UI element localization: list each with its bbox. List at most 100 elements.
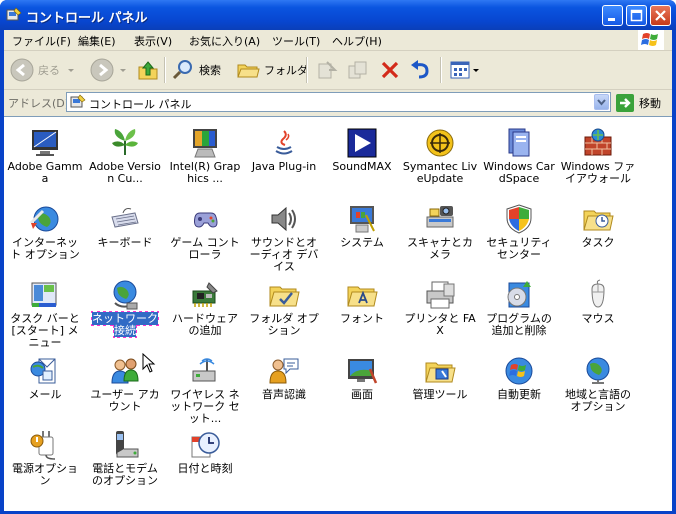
control-panel-item[interactable]: ネットワーク接続 bbox=[87, 279, 163, 349]
control-panel-item[interactable]: インターネット オプション bbox=[7, 203, 83, 273]
item-label-text: 音声認識 bbox=[262, 388, 306, 401]
menu-help[interactable]: ヘルプ(H) bbox=[332, 33, 382, 49]
delete-button[interactable] bbox=[378, 57, 402, 83]
item-label-text: キーボード bbox=[97, 236, 153, 249]
menu-file[interactable]: ファイル(F) bbox=[12, 33, 71, 49]
keyboard-icon bbox=[111, 208, 139, 228]
control-panel-item[interactable]: 電源オプション bbox=[7, 429, 83, 499]
item-label: 自動更新 bbox=[481, 389, 557, 401]
windows-logo-icon bbox=[638, 30, 664, 50]
control-panel-item[interactable]: タスク バーと [スタート] メニュー bbox=[7, 279, 83, 349]
item-label: 画面 bbox=[324, 389, 400, 401]
control-panel-item[interactable]: ハードウェアの追加 bbox=[167, 279, 243, 349]
menu-edit[interactable]: 編集(E) bbox=[78, 33, 116, 49]
control-panel-item[interactable]: マウス bbox=[560, 279, 636, 349]
control-panel-item[interactable]: 日付と時刻 bbox=[167, 429, 243, 499]
control-panel-item[interactable]: 画面 bbox=[324, 355, 400, 425]
folders-button[interactable]: フォルダ bbox=[236, 57, 308, 83]
item-label-text: Windows CardSpace bbox=[483, 160, 555, 185]
control-panel-item[interactable]: メール bbox=[7, 355, 83, 425]
control-panel-item[interactable]: ワイヤレス ネットワーク セット... bbox=[167, 355, 243, 425]
minimize-button[interactable] bbox=[602, 5, 623, 26]
control-panel-item[interactable]: 音声認識 bbox=[246, 355, 322, 425]
item-label-text: タスク バーと [スタート] メニュー bbox=[10, 312, 80, 349]
title-bar[interactable]: コントロール パネル bbox=[0, 0, 676, 30]
network-icon bbox=[113, 280, 138, 310]
system-icon bbox=[350, 206, 375, 233]
views-button[interactable] bbox=[448, 57, 480, 83]
undo-icon bbox=[411, 60, 429, 79]
item-label: インターネット オプション bbox=[7, 237, 83, 261]
close-button[interactable] bbox=[650, 5, 671, 26]
item-label-text: ハードウェアの追加 bbox=[172, 312, 238, 337]
undo-button[interactable] bbox=[408, 57, 432, 83]
control-panel-item[interactable]: Windows ファイアウォール bbox=[560, 127, 636, 197]
item-label: 日付と時刻 bbox=[167, 463, 243, 475]
go-button[interactable]: 移動 bbox=[616, 94, 661, 112]
item-label: Windows CardSpace bbox=[481, 161, 557, 185]
control-panel-item[interactable]: プログラムの追加と削除 bbox=[481, 279, 557, 349]
control-panel-item[interactable]: Adobe Gamma bbox=[7, 127, 83, 197]
control-panel-window: コントロール パネル ファイル(F) 編集(E) 表示(V) お気に入り(A) … bbox=[0, 0, 676, 514]
window-client: ファイル(F) 編集(E) 表示(V) お気に入り(A) ツール(T) ヘルプ(… bbox=[4, 30, 672, 511]
toolbar-separator bbox=[440, 57, 442, 83]
item-label-text: ネットワーク接続 bbox=[91, 311, 159, 338]
item-label-text: システム bbox=[340, 236, 384, 249]
control-panel-item[interactable]: スキャナとカメラ bbox=[402, 203, 478, 273]
item-label: Adobe Version Cu... bbox=[87, 161, 163, 185]
control-panel-item[interactable]: フォント bbox=[324, 279, 400, 349]
clock-icon bbox=[191, 432, 220, 458]
hardware-icon bbox=[192, 282, 218, 307]
item-label: Windows ファイアウォール bbox=[560, 161, 636, 185]
item-label-text: 自動更新 bbox=[497, 388, 541, 401]
control-panel-item[interactable]: Symantec LiveUpdate bbox=[402, 127, 478, 197]
control-panel-item[interactable]: Intel(R) Graphics ... bbox=[167, 127, 243, 197]
item-label-text: 管理ツール bbox=[412, 388, 468, 401]
control-panel-item[interactable]: サウンドとオーディオ デバイス bbox=[246, 203, 322, 273]
forward-button[interactable] bbox=[90, 57, 128, 83]
back-button[interactable]: 戻る bbox=[10, 57, 76, 83]
globe-icon bbox=[586, 357, 610, 384]
item-label: Intel(R) Graphics ... bbox=[167, 161, 243, 185]
control-panel-item[interactable]: システム bbox=[324, 203, 400, 273]
menu-tools[interactable]: ツール(T) bbox=[272, 33, 320, 49]
control-panel-item[interactable]: 電話とモデムのオプション bbox=[87, 429, 163, 499]
control-panel-item[interactable]: Java Plug-in bbox=[246, 127, 322, 197]
item-label-text: ゲーム コントローラ bbox=[170, 236, 240, 261]
address-dropdown-button[interactable] bbox=[594, 94, 609, 110]
menu-favorites[interactable]: お気に入り(A) bbox=[189, 33, 260, 49]
item-label: タスク bbox=[560, 237, 636, 249]
control-panel-item[interactable]: 管理ツール bbox=[402, 355, 478, 425]
back-label: 戻る bbox=[38, 64, 60, 77]
move-to-button[interactable] bbox=[315, 57, 339, 83]
control-panel-item[interactable]: ゲーム コントローラ bbox=[167, 203, 243, 273]
up-folder-button[interactable] bbox=[136, 57, 160, 83]
speaker-icon bbox=[271, 206, 296, 232]
gamepad-icon bbox=[194, 212, 218, 228]
control-panel-item[interactable]: キーボード bbox=[87, 203, 163, 273]
chevron-down-icon bbox=[597, 99, 606, 106]
control-panel-item[interactable]: 地域と言語のオプション bbox=[560, 355, 636, 425]
control-panel-item[interactable]: セキュリティ センター bbox=[481, 203, 557, 273]
menu-bar: ファイル(F) 編集(E) 表示(V) お気に入り(A) ツール(T) ヘルプ(… bbox=[4, 30, 672, 51]
control-panel-item[interactable]: 自動更新 bbox=[481, 355, 557, 425]
item-label-text: タスク bbox=[581, 236, 615, 249]
address-input[interactable]: コントロール パネル bbox=[66, 92, 611, 112]
item-label: セキュリティ センター bbox=[481, 237, 557, 261]
control-panel-item[interactable]: プリンタと FAX bbox=[402, 279, 478, 349]
display-icon bbox=[348, 359, 378, 384]
control-panel-item[interactable]: Adobe Version Cu... bbox=[87, 127, 163, 197]
control-panel-item[interactable]: タスク bbox=[560, 203, 636, 273]
maximize-button[interactable] bbox=[626, 5, 647, 26]
item-label: 電源オプション bbox=[7, 463, 83, 487]
copy-to-button[interactable] bbox=[346, 57, 370, 83]
menu-view[interactable]: 表示(V) bbox=[134, 33, 172, 49]
control-panel-item[interactable]: SoundMAX bbox=[324, 127, 400, 197]
search-button[interactable]: 検索 bbox=[171, 57, 221, 83]
control-panel-item[interactable]: Windows CardSpace bbox=[481, 127, 557, 197]
search-label: 検索 bbox=[199, 64, 221, 77]
power-icon bbox=[30, 431, 56, 460]
phone-icon bbox=[116, 431, 139, 458]
item-label: フォント bbox=[324, 313, 400, 325]
control-panel-item[interactable]: フォルダ オプション bbox=[246, 279, 322, 349]
